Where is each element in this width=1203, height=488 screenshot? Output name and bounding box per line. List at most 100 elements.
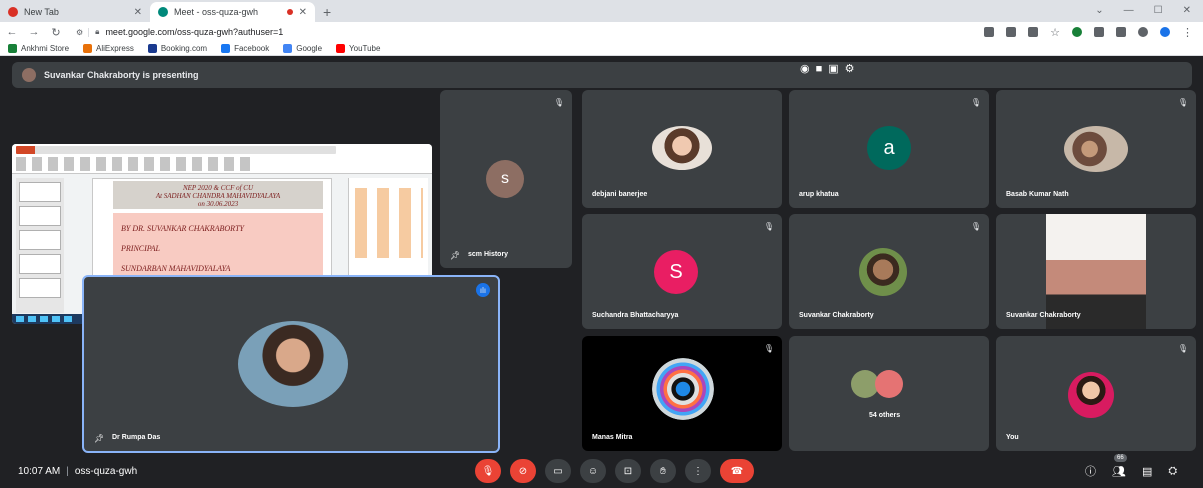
key-icon[interactable] — [1006, 27, 1017, 37]
bookmark-item[interactable]: Booking.com — [147, 44, 207, 53]
camera-toggle-button[interactable]: ⊘ — [510, 459, 536, 483]
mic-off-icon: 🎙︎ — [763, 222, 774, 231]
camera-lens-icon — [652, 358, 714, 420]
back-icon[interactable]: ← — [6, 26, 18, 38]
close-tab-icon[interactable]: ✕ — [134, 7, 142, 18]
account-icon[interactable] — [1160, 27, 1170, 37]
sidebar-icon[interactable] — [1116, 27, 1126, 37]
bookmark-item[interactable]: AliExpress — [83, 44, 134, 53]
avatar — [22, 68, 36, 82]
close-tab-icon[interactable]: ✕ — [299, 7, 307, 18]
mic-off-icon: 🎙︎ — [763, 344, 774, 353]
bookmark-item[interactable]: Google — [283, 44, 322, 53]
tab-label: New Tab — [24, 7, 59, 17]
participant-tile-rumpa-das[interactable]: ılı 📌︎ Dr Rumpa Das — [82, 275, 500, 453]
recording-dot-icon — [286, 9, 293, 15]
settings-icon[interactable]: ⚙ — [845, 62, 855, 75]
people-button[interactable]: 66 👥︎ — [1112, 453, 1127, 478]
mic-off-icon: 🎙︎ — [1177, 98, 1188, 107]
participant-tile-arup[interactable]: 🎙︎ a arup khatua — [789, 90, 989, 208]
chat-icon[interactable]: ▤ — [1142, 465, 1152, 478]
profile-icon[interactable] — [1138, 27, 1148, 37]
new-tab-button[interactable]: + — [315, 4, 339, 22]
pin-icon[interactable]: 📌︎ — [450, 251, 460, 260]
url-text: meet.google.com/oss-quza-gwh?authuser=1 — [105, 27, 284, 37]
maximize-icon[interactable]: ☐ — [1154, 5, 1163, 16]
present-button[interactable]: ⊡ — [615, 459, 641, 483]
people-icon: 👥︎ — [1112, 465, 1126, 478]
participant-tile-suvankar-1[interactable]: 🎙︎ Suvankar Chakraborty — [789, 214, 989, 329]
lock-icon: 🔒︎ — [95, 27, 100, 36]
meeting-info: 10:07 AM | oss-quza-gwh — [18, 465, 138, 477]
more-options-button[interactable]: ⋮ — [685, 459, 711, 483]
participant-name: arup khatua — [799, 191, 839, 198]
mic-off-icon: 🎙︎ — [970, 98, 981, 107]
extension-icon[interactable] — [1072, 27, 1082, 37]
participant-tile-suchandra[interactable]: 🎙︎ S Suchandra Bhattacharyya — [582, 214, 782, 329]
participant-tile-others[interactable]: 54 others — [789, 336, 989, 451]
more-vert-icon: ⋮ — [693, 465, 703, 477]
video-icon[interactable]: ■ — [816, 63, 823, 75]
reload-icon[interactable]: ↻ — [50, 26, 62, 39]
participant-tile-you[interactable]: 🎙︎ You — [996, 336, 1196, 451]
participant-tile-scm-history[interactable]: 🎙︎ s 📌︎ scm History — [440, 90, 572, 268]
tab-new-tab[interactable]: New Tab ✕ — [0, 2, 150, 22]
captions-icon: ▭ — [553, 465, 563, 477]
avatar: S — [654, 250, 698, 294]
clock-time: 10:07 AM — [18, 465, 61, 477]
participant-name: Suvankar Chakraborty — [1006, 312, 1081, 319]
participant-name: Suvankar Chakraborty — [799, 312, 874, 319]
presenting-text: Suvankar Chakraborty is presenting — [44, 70, 199, 80]
participant-tile-manas[interactable]: 🎙︎ Manas Mitra — [582, 336, 782, 451]
window-controls: ⌄ — ☐ ✕ — [1095, 0, 1203, 20]
star-icon[interactable]: ☆ — [1050, 26, 1060, 39]
participant-name: You — [1006, 434, 1019, 441]
avatar — [652, 126, 712, 170]
forward-icon[interactable]: → — [28, 26, 40, 38]
reactions-button[interactable]: ☺ — [580, 459, 606, 483]
bookmark-item[interactable]: Facebook — [221, 44, 269, 53]
meeting-controls: 10:07 AM | oss-quza-gwh 🎙︎ ⊘ ▭ ☺ ⊡ ✋︎ ⋮ ☎︎… — [0, 453, 1203, 488]
call-controls: 🎙︎ ⊘ ▭ ☺ ⊡ ✋︎ ⋮ ☎︎ — [475, 459, 754, 483]
raise-hand-button[interactable]: ✋︎ — [650, 459, 676, 483]
close-window-icon[interactable]: ✕ — [1183, 5, 1191, 16]
avatar: s — [486, 160, 524, 198]
captions-button[interactable]: ▭ — [545, 459, 571, 483]
hang-up-icon: ☎︎ — [730, 465, 744, 477]
camera-icon[interactable] — [984, 27, 995, 37]
slide-thumbnails — [16, 178, 64, 313]
present-icon: ⊡ — [623, 465, 633, 477]
tab-meet[interactable]: Meet - oss-quza-gwh ✕ — [150, 2, 315, 22]
participant-tile-debjani[interactable]: debjani banerjee — [582, 90, 782, 208]
chevron-down-icon[interactable]: ⌄ — [1095, 5, 1103, 16]
meeting-code: oss-quza-gwh — [74, 465, 138, 477]
leave-call-button[interactable]: ☎︎ — [720, 459, 754, 483]
pin-icon[interactable]: 📌︎ — [94, 434, 104, 443]
camera-off-icon: ⊘ — [518, 465, 528, 477]
bookmark-item[interactable]: Ankhmi Store — [8, 44, 69, 53]
mic-toggle-button[interactable]: 🎙︎ — [475, 459, 501, 483]
toolbar-actions: ☆ ⋮ — [984, 26, 1197, 39]
speaking-indicator-icon: ılı — [476, 283, 490, 297]
meet-favicon-icon — [158, 7, 168, 17]
address-bar[interactable]: ⚙ 🔒︎ meet.google.com/oss-quza-gwh?authus… — [72, 24, 832, 40]
mic-off-icon: 🎙︎ — [1177, 344, 1188, 353]
tab-label: Meet - oss-quza-gwh — [174, 7, 259, 17]
participant-tile-basab[interactable]: 🎙︎ Basab Kumar Nath — [996, 90, 1196, 208]
minimize-icon[interactable]: — — [1124, 5, 1134, 16]
participant-tile-suvankar-2[interactable]: Suvankar Chakraborty — [996, 214, 1196, 329]
browser-toolbar: ← → ↻ ⚙ 🔒︎ meet.google.com/oss-quza-gwh?… — [0, 22, 1203, 42]
more-vert-icon[interactable]: ⋮ — [1182, 26, 1193, 39]
bookmark-icon — [8, 44, 17, 53]
bookmark-icon — [336, 44, 346, 53]
bookmark-item[interactable]: YouTube — [336, 44, 380, 53]
info-icon[interactable]: ⓘ — [1085, 463, 1096, 479]
share-icon[interactable] — [1028, 27, 1039, 37]
puzzle-icon[interactable] — [1094, 27, 1104, 37]
hand-icon: ✋︎ — [660, 465, 666, 477]
screen-icon[interactable]: ▣ — [828, 62, 838, 75]
site-info-icon[interactable]: ⚙ — [76, 27, 90, 37]
camera-icon[interactable]: ◉ — [800, 62, 810, 75]
participant-name: Manas Mitra — [592, 434, 633, 441]
activities-icon[interactable]: ⛭ — [1168, 465, 1177, 478]
